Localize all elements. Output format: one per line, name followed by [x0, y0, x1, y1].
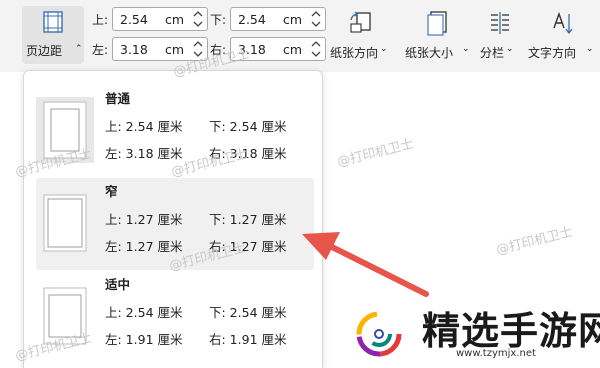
margins-dropdown: 普通 上: 2.54 厘米 下: 2.54 厘米 左: 3.18 厘米 右: 3…	[23, 70, 323, 368]
spin-arrows-icon[interactable]	[310, 9, 322, 29]
preset-moderate[interactable]: 适中 上: 2.54 厘米 下: 2.54 厘米 左: 1.91 厘米 右: 1…	[36, 271, 314, 363]
preset-name: 适中	[105, 277, 131, 292]
bottom-margin-unit: cm	[283, 12, 303, 27]
paper-size-icon	[427, 11, 447, 36]
orientation-button[interactable]: 纸张方向 ⌄	[330, 6, 400, 64]
chevron-down-icon: ⌄	[380, 44, 388, 54]
text-direction-label: 文字方向	[528, 46, 577, 60]
chevron-up-icon: ⌃	[75, 44, 83, 54]
site-logo: 精选手游网 www.tzymjx.net	[340, 296, 600, 368]
page-thumbnail-icon	[43, 194, 87, 252]
text-direction-icon	[553, 11, 573, 35]
preset-right: 右: 1.91 厘米	[209, 332, 287, 347]
left-margin-value: 3.18	[120, 42, 148, 57]
left-margin-unit: cm	[165, 42, 185, 57]
columns-label: 分栏	[480, 46, 505, 60]
paper-size-button[interactable]: 纸张大小 ⌄	[405, 6, 475, 64]
top-margin-value: 2.54	[120, 12, 148, 27]
chevron-down-icon: ⌄	[506, 44, 514, 54]
preset-name: 普通	[105, 91, 131, 106]
orientation-icon	[350, 11, 371, 33]
bottom-margin-value: 2.54	[238, 12, 266, 27]
margins-icon	[43, 11, 63, 33]
preset-bottom: 下: 2.54 厘米	[209, 119, 287, 134]
top-margin-unit: cm	[165, 12, 185, 27]
text-direction-button[interactable]: 文字方向 ⌄	[528, 6, 598, 64]
orientation-label: 纸张方向	[330, 46, 379, 60]
chevron-down-icon: ⌄	[586, 44, 594, 54]
chevron-down-icon: ⌄	[462, 44, 470, 54]
bottom-margin-label: 下:	[210, 13, 227, 27]
logo-swirl-icon	[356, 311, 402, 357]
preset-name: 窄	[105, 184, 118, 199]
preset-left: 左: 1.27 厘米	[105, 239, 183, 254]
spin-arrows-icon[interactable]	[192, 9, 204, 29]
logo-url: www.tzymjx.net	[456, 348, 536, 359]
page-layout-ribbon: 页边距 ⌃ 上: 2.54 cm 下: 2.54 cm 左: 3.18 cm 右…	[0, 0, 600, 70]
preset-top: 上: 2.54 厘米	[105, 305, 183, 320]
preset-bottom: 下: 2.54 厘米	[209, 305, 287, 320]
right-margin-unit: cm	[283, 42, 303, 57]
bottom-margin-field[interactable]: 2.54 cm	[230, 7, 326, 31]
top-margin-field[interactable]: 2.54 cm	[112, 7, 208, 31]
preset-bottom: 下: 1.27 厘米	[209, 212, 287, 227]
preset-left: 左: 3.18 厘米	[105, 146, 183, 161]
columns-icon	[491, 12, 509, 34]
preset-top: 上: 1.27 厘米	[105, 212, 183, 227]
paper-size-label: 纸张大小	[405, 46, 454, 60]
annotation-arrow-icon	[302, 232, 429, 297]
logo-title: 精选手游网	[422, 309, 600, 353]
spin-arrows-icon[interactable]	[310, 39, 322, 59]
left-margin-label: 左:	[92, 43, 109, 57]
top-margin-label: 上:	[92, 13, 109, 27]
preset-left: 左: 1.91 厘米	[105, 332, 183, 347]
preset-top: 上: 2.54 厘米	[105, 119, 183, 134]
columns-button[interactable]: 分栏 ⌄	[480, 6, 522, 64]
margins-button-label: 页边距	[26, 44, 63, 58]
margins-button[interactable]: 页边距 ⌃	[22, 6, 84, 64]
